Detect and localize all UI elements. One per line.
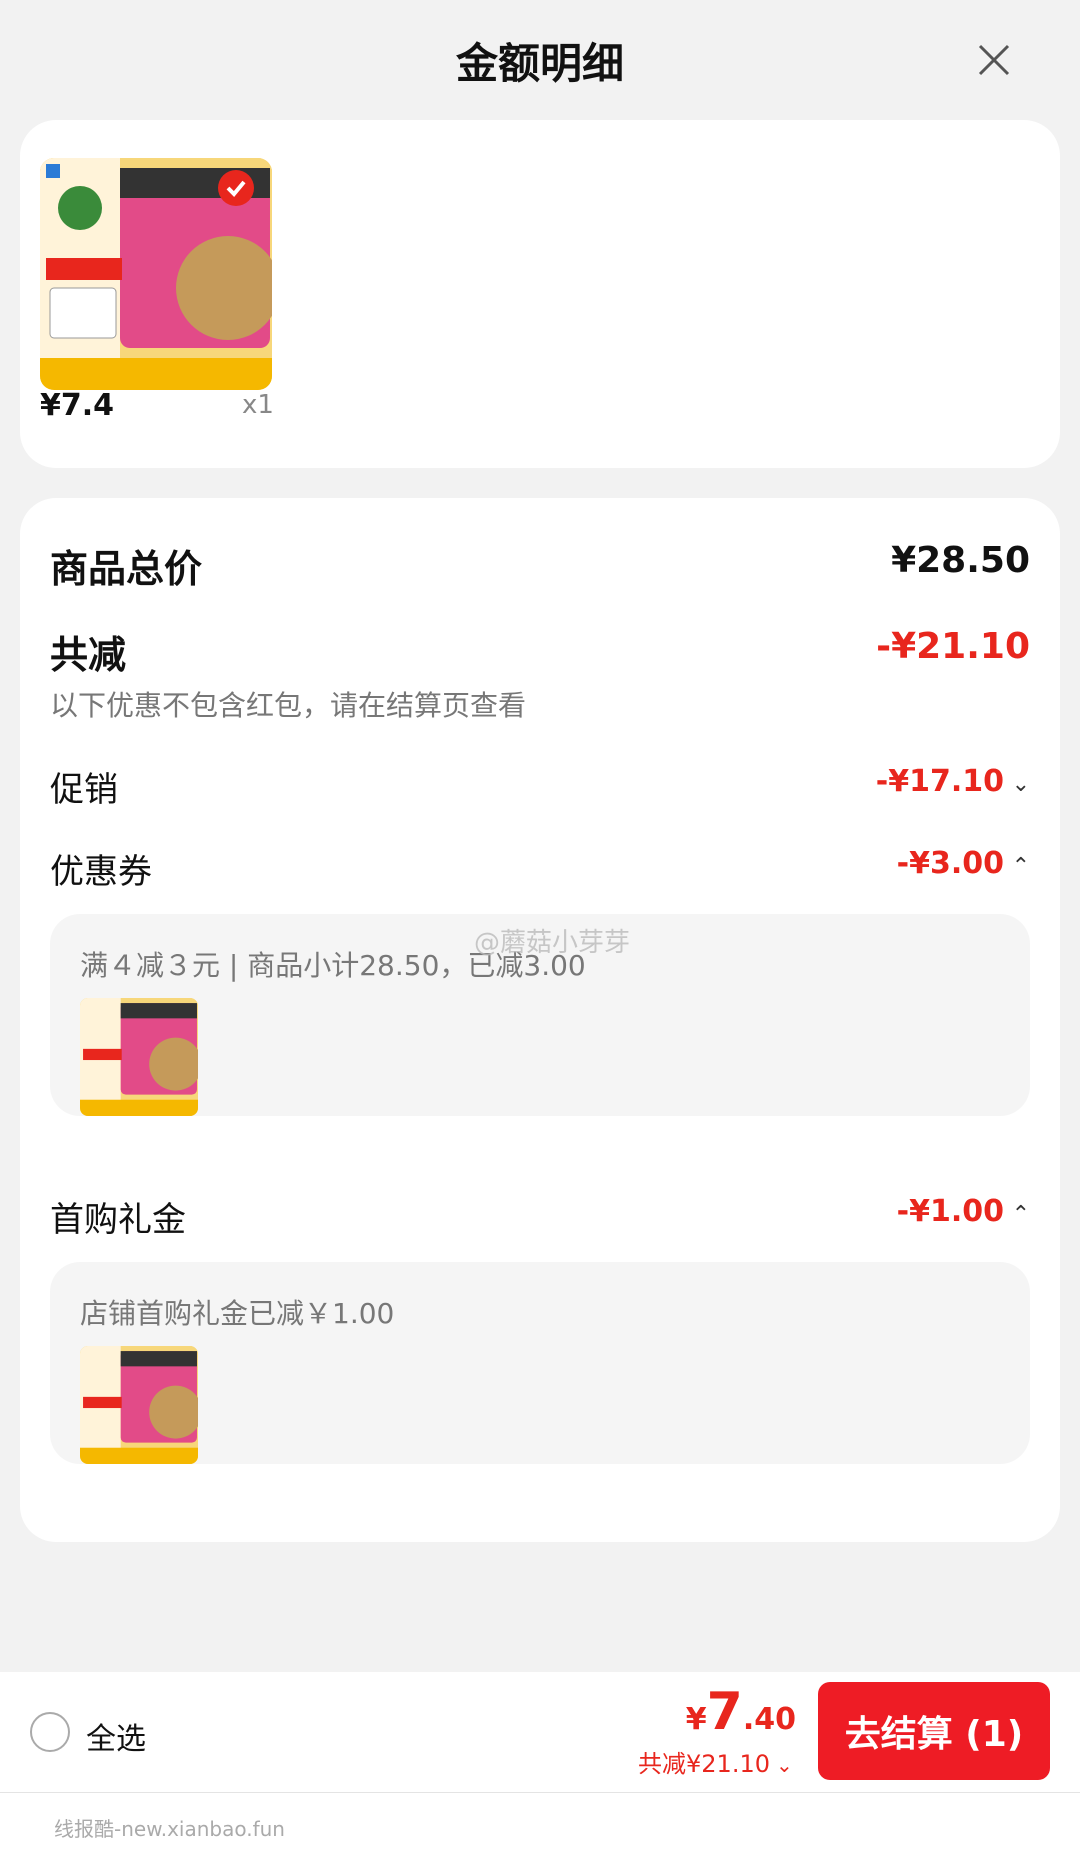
bottom-bar: 线报酷-new.xianbao.fun	[0, 1793, 1080, 1874]
promo-value: -¥17.10	[875, 764, 1004, 799]
discount-note: 以下优惠不包含红包，请在结算页查看	[50, 689, 527, 722]
gift-product-thumbnail	[80, 1346, 198, 1464]
chevron-down-icon[interactable]: ⌄	[1010, 772, 1030, 797]
total-reduce-summary: 共减¥21.10	[638, 1750, 770, 1778]
chevron-down-icon[interactable]: ⌄	[776, 1753, 796, 1777]
close-icon[interactable]	[970, 36, 1018, 84]
product-image[interactable]	[40, 158, 272, 390]
page-title: 金额明细	[455, 39, 624, 88]
gift-detail-box: 店铺首购礼金已减￥1.00	[50, 1262, 1030, 1464]
total-integer: 7	[706, 1682, 743, 1742]
first-purchase-gift-value: -¥1.00	[896, 1194, 1004, 1229]
total-amount: ¥7.40	[686, 1682, 796, 1742]
select-all-radio[interactable]	[30, 1712, 70, 1752]
promo-row[interactable]: -¥17.10 ⌄	[876, 764, 1030, 799]
total-reduce-value: -¥21.10	[876, 626, 1030, 667]
chevron-up-icon[interactable]: ⌃	[1010, 1202, 1030, 1227]
first-purchase-gift-label: 首购礼金	[50, 1200, 186, 1240]
product-price: ¥7.4	[40, 388, 115, 423]
total-decimal: .40	[742, 1702, 796, 1737]
total-price-value: ¥28.50	[891, 540, 1030, 581]
select-all-label[interactable]: 全选	[86, 1714, 146, 1758]
coupon-product-thumbnail	[80, 998, 198, 1116]
checkout-button[interactable]: 去结算 (1)	[818, 1682, 1050, 1780]
total-reduce-label: 共减	[50, 633, 127, 677]
chevron-up-icon[interactable]: ⌃	[1010, 854, 1030, 879]
first-purchase-gift-row[interactable]: -¥1.00 ⌃	[897, 1194, 1030, 1229]
product-card: ¥7.4 x1	[20, 120, 1060, 468]
currency-symbol: ¥	[685, 1702, 707, 1737]
coupon-value: -¥3.00	[896, 846, 1004, 881]
coupon-label: 优惠券	[50, 852, 152, 892]
watermark: @蘑菇小芽芽	[474, 928, 631, 958]
gift-detail-text: 店铺首购礼金已减￥1.00	[80, 1297, 395, 1330]
source-text: 线报酷-new.xianbao.fun	[54, 1817, 285, 1841]
sheet-header: 金额明细	[0, 0, 1080, 120]
promo-label: 促销	[50, 770, 118, 810]
total-reduce-toggle[interactable]: 共减¥21.10 ⌄	[638, 1744, 796, 1779]
product-quantity: x1	[242, 390, 274, 420]
coupon-row[interactable]: -¥3.00 ⌃	[897, 846, 1030, 881]
price-detail-card: 商品总价 ¥28.50 共减 -¥21.10 以下优惠不包含红包，请在结算页查看…	[20, 498, 1060, 1542]
total-price-label: 商品总价	[50, 547, 203, 591]
amount-detail-sheet: 金额明细 ¥7.4 x1 商品总价 ¥28.50 共减 -¥21.10 以下优惠…	[0, 0, 1080, 1874]
checkout-bar: 全选 ¥7.40 共减¥21.10 ⌄ 去结算 (1)	[0, 1672, 1080, 1792]
